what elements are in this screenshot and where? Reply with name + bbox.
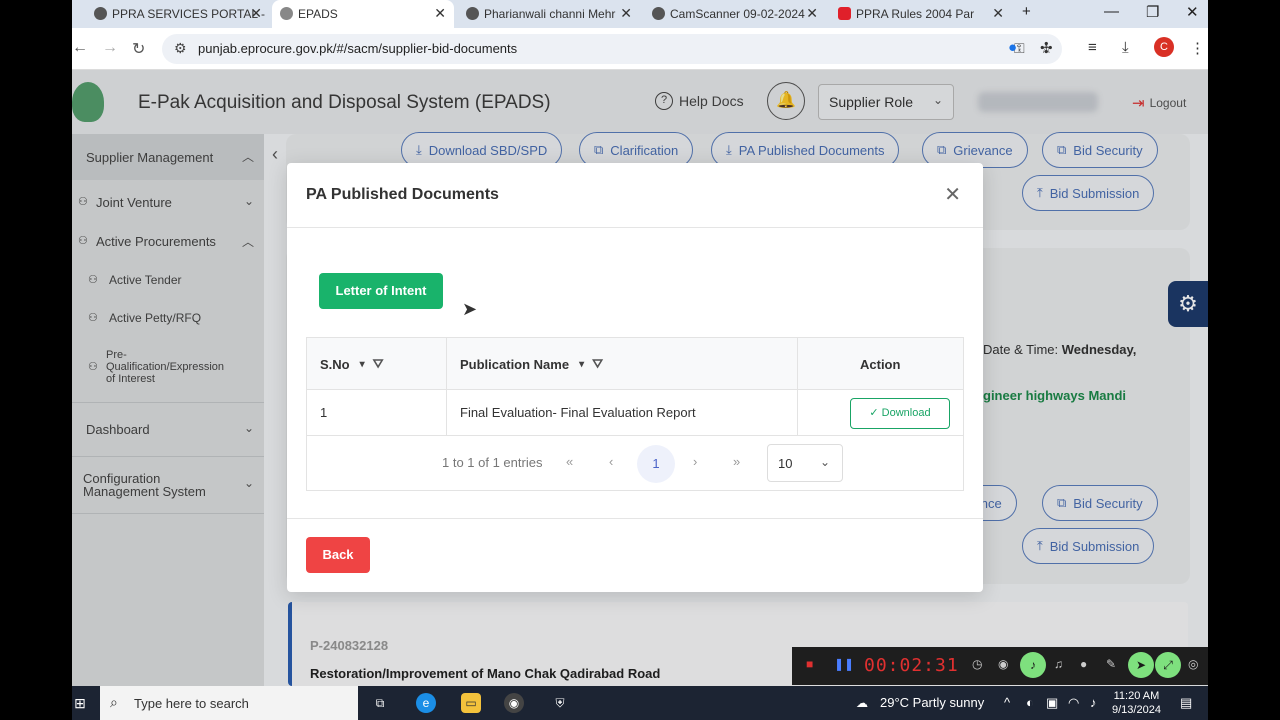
page-size-select[interactable]: 10 ⌄	[767, 444, 843, 482]
globe-icon	[652, 7, 665, 20]
pagination-summary: 1 to 1 of 1 entries	[442, 455, 543, 470]
download-button[interactable]: ✓ Download	[850, 398, 950, 429]
reload-icon[interactable]: ↻	[132, 39, 145, 59]
documents-table: S.No ▾ ⛛ Publication Name ▾ ⛛ Action 1 F…	[306, 337, 964, 491]
sort-icon[interactable]: ▾	[579, 359, 584, 370]
notification-icon[interactable]: ▤	[1180, 695, 1192, 711]
cell-sno: 1	[320, 405, 328, 420]
pa-published-documents-modal: PA Published Documents ✕ Letter of Inten…	[287, 163, 983, 592]
new-tab-button[interactable]: +	[1022, 3, 1031, 20]
extension-icon[interactable]: ●	[1008, 39, 1017, 56]
pagination: 1 to 1 of 1 entries « ‹ 1 › » 10 ⌄	[307, 436, 963, 490]
minimize-icon[interactable]: —	[1104, 3, 1119, 20]
divider	[287, 227, 983, 228]
cursor-highlight-icon[interactable]: ➤	[1128, 652, 1154, 678]
address-bar: ← → ↻ ⚙ punjab.eprocure.gov.pk/#/sacm/su…	[72, 28, 1208, 70]
column-header-sno[interactable]: S.No ▾ ⛛	[320, 338, 384, 390]
next-page-icon[interactable]: ›	[693, 454, 697, 469]
profile-avatar[interactable]: C	[1154, 37, 1174, 57]
chrome-icon[interactable]: ◉	[504, 693, 524, 713]
globe-icon	[280, 7, 293, 20]
volume-icon[interactable]: ♪	[1090, 695, 1097, 710]
close-tab-icon[interactable]: ✕	[806, 5, 818, 22]
table-row: 1 Final Evaluation- Final Evaluation Rep…	[307, 390, 963, 436]
close-icon[interactable]: ✕	[944, 182, 961, 207]
windows-taskbar: ⊞ ⌕ Type here to search ⧉ e ▭ ◉ ⛨ ☁ 29°C…	[72, 686, 1208, 720]
forward-icon[interactable]: →	[102, 39, 118, 57]
mouse-cursor-icon: ➤	[462, 299, 478, 319]
tray-icon[interactable]: ▣	[1046, 695, 1058, 711]
previous-page-icon[interactable]: ‹	[609, 454, 613, 469]
wifi-icon[interactable]: ◠	[1068, 695, 1079, 711]
letter-of-intent-button[interactable]: Letter of Intent	[319, 273, 443, 309]
pen-icon[interactable]: ✎	[1106, 657, 1116, 671]
tab-ppra-rules[interactable]: PPRA Rules 2004 Par ✕	[830, 0, 1012, 28]
divider	[287, 518, 983, 519]
close-tab-icon[interactable]: ✕	[434, 5, 446, 22]
tab-bar: PPRA SERVICES PORTAL - ✕ EPADS ✕ Pharian…	[72, 0, 1208, 28]
file-explorer-icon[interactable]: ▭	[461, 693, 481, 713]
close-tab-icon[interactable]: ✕	[620, 5, 632, 22]
tab-camscanner[interactable]: CamScanner 09-02-2024 ✕	[644, 0, 826, 28]
globe-icon	[466, 7, 479, 20]
back-button[interactable]: Back	[306, 537, 370, 573]
clock-icon[interactable]: ◷	[972, 657, 982, 671]
microphone-icon[interactable]: ♫	[1054, 657, 1063, 671]
table-header: S.No ▾ ⛛ Publication Name ▾ ⛛ Action	[307, 338, 963, 390]
reading-list-icon[interactable]: ≡	[1088, 39, 1097, 56]
puzzle-icon[interactable]: ✣	[1040, 39, 1053, 57]
webcam-icon[interactable]: ●	[1080, 657, 1087, 671]
close-window-icon[interactable]: ✕	[1186, 3, 1199, 21]
screen-recorder-toolbar: ■ ❚❚ 00:02:31 ◷ ◉ ♪ ♫ ● ✎ ➤ ⤢ ◎	[792, 647, 1208, 685]
speaker-icon[interactable]: ♪	[1020, 652, 1046, 678]
youtube-icon	[838, 7, 851, 20]
fullscreen-icon[interactable]: ⤢	[1155, 652, 1181, 678]
security-shield-icon[interactable]: ⛨	[550, 693, 570, 713]
windows-start-icon[interactable]: ⊞	[70, 693, 90, 713]
chevron-down-icon: ⌄	[819, 455, 830, 469]
browser-window: PPRA SERVICES PORTAL - ✕ EPADS ✕ Pharian…	[72, 0, 1208, 686]
sort-icon[interactable]: ▾	[360, 359, 365, 370]
edge-icon[interactable]: e	[416, 693, 436, 713]
tray-icon[interactable]: ◐	[1026, 695, 1034, 710]
url-text[interactable]: punjab.eprocure.gov.pk/#/sacm/supplier-b…	[198, 41, 517, 56]
restore-icon[interactable]: ❐	[1146, 3, 1159, 21]
camera-icon[interactable]: ◉	[998, 657, 1008, 671]
stop-icon[interactable]: ■	[806, 657, 813, 671]
url-field[interactable]: ⚙ punjab.eprocure.gov.pk/#/sacm/supplier…	[162, 34, 1062, 64]
close-tab-icon[interactable]: ✕	[992, 5, 1004, 22]
tab-epads[interactable]: EPADS ✕	[272, 0, 454, 28]
eye-icon[interactable]: ◎	[1188, 657, 1198, 671]
modal-title: PA Published Documents	[306, 186, 499, 203]
back-icon[interactable]: ←	[72, 39, 88, 57]
chevron-up-icon[interactable]: ^	[1004, 695, 1010, 710]
search-icon: ⌕	[110, 694, 118, 710]
cell-publication-name: Final Evaluation- Final Evaluation Repor…	[460, 405, 696, 420]
first-page-icon[interactable]: «	[566, 454, 573, 469]
pause-icon[interactable]: ❚❚	[834, 657, 854, 671]
filter-icon[interactable]: ⛛	[373, 356, 384, 372]
task-view-icon[interactable]: ⧉	[370, 693, 390, 713]
tab-pharianwali[interactable]: Pharianwali channi Mehr ✕	[458, 0, 640, 28]
recording-timer: 00:02:31	[864, 655, 959, 676]
taskbar-search-box[interactable]: ⌕ Type here to search	[100, 686, 358, 720]
taskbar-clock[interactable]: 11:20 AM 9/13/2024	[1112, 689, 1161, 717]
more-menu-icon[interactable]: ⋮	[1190, 39, 1205, 57]
download-icon[interactable]: ⤓	[1122, 39, 1129, 56]
page-number-current[interactable]: 1	[637, 445, 675, 483]
weather-icon[interactable]: ☁	[852, 693, 872, 713]
weather-text[interactable]: 29°C Partly sunny	[880, 695, 984, 710]
filter-icon[interactable]: ⛛	[592, 356, 603, 372]
column-header-publication-name[interactable]: Publication Name ▾ ⛛	[460, 338, 603, 390]
column-header-action: Action	[860, 356, 901, 372]
close-tab-icon[interactable]: ✕	[250, 5, 262, 22]
check-icon: ✓	[869, 407, 882, 419]
tab-ppra-portal[interactable]: PPRA SERVICES PORTAL - ✕	[86, 0, 270, 28]
site-info-icon[interactable]: ⚙	[174, 40, 187, 57]
last-page-icon[interactable]: »	[733, 454, 740, 469]
globe-icon	[94, 7, 107, 20]
